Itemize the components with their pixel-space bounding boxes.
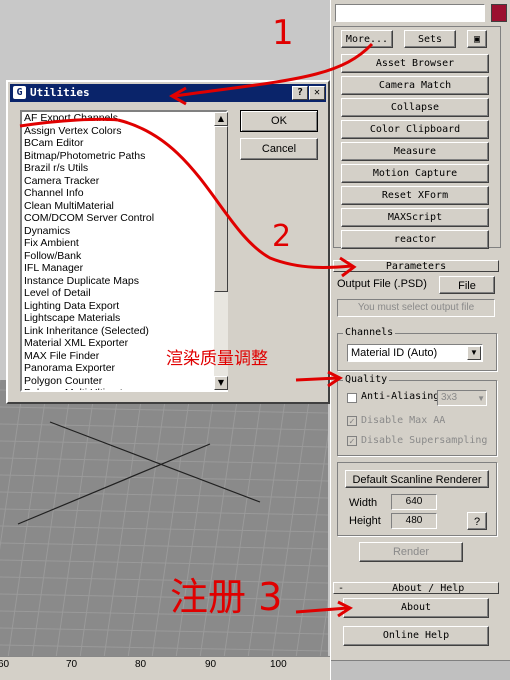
ruler-tick-label: 80 [135,659,147,670]
list-item[interactable]: Camera Tracker [22,175,226,188]
ok-button[interactable]: OK [240,110,318,132]
online-help-button[interactable]: Online Help [343,626,489,646]
list-item[interactable]: Dynamics [22,225,226,238]
width-label: Width [349,497,378,509]
file-button[interactable]: File [439,276,495,294]
about-rollout-title: About / Help [392,583,465,594]
output-file-label: Output File (.PSD) [337,278,427,290]
chevron-down-icon[interactable]: ▼ [467,346,481,360]
utilities-panel: More... Sets ▣ Asset Browser Camera Match… [330,0,510,680]
antialias-checkbox[interactable] [347,393,357,403]
list-item[interactable]: Polygon Multi Ultimate [22,387,226,390]
disable-max-aa-checkbox[interactable]: ✓ [347,416,357,426]
utility-button[interactable]: Collapse [341,98,489,117]
render-button[interactable]: Render [359,542,463,562]
quality-group-label: Quality [343,374,390,385]
utility-button[interactable]: reactor [341,230,489,249]
utility-button[interactable]: MAXScript [341,208,489,227]
close-icon[interactable]: ✕ [309,86,325,100]
list-item[interactable]: MAX File Finder [22,350,226,363]
ruler-tick-label: 60 [0,659,10,670]
utilities-dialog: G Utilities ? ✕ AF Export Channels Assign… [6,80,330,404]
cancel-button[interactable]: Cancel [240,138,318,160]
list-item[interactable]: Clean MultiMaterial [22,200,226,213]
dialog-titlebar[interactable]: G Utilities ? ✕ [10,84,326,102]
list-item[interactable]: IFL Manager [22,262,226,275]
bottom-toolbar [331,660,510,680]
scroll-up-icon[interactable]: ▲ [214,112,228,126]
ruler-tick-label: 70 [66,659,78,670]
viewport-corner [0,404,10,414]
output-file-path[interactable]: You must select output file [337,299,495,317]
list-item[interactable]: Lightscape Materials [22,312,226,325]
disable-supersampling-label: Disable Supersampling [361,435,488,446]
dialog-title: Utilities [30,86,90,99]
list-item[interactable]: COM/DCOM Server Control [22,212,226,225]
sets-button[interactable]: Sets [404,30,456,48]
about-button[interactable]: About [343,598,489,618]
list-item[interactable]: Bitmap/Photometric Paths [22,150,226,163]
utility-button[interactable]: Color Clipboard [341,120,489,139]
utilities-list[interactable]: AF Export Channels Assign Vertex Colors BC… [20,110,228,392]
list-item[interactable]: Channel Info [22,187,226,200]
list-item[interactable]: Material XML Exporter [22,337,226,350]
width-field[interactable]: 640 [391,494,437,510]
utility-button[interactable]: Camera Match [341,76,489,95]
configure-sets-icon[interactable]: ▣ [467,30,487,48]
viewport-grid [0,380,328,658]
about-rollout-header[interactable]: - About / Help [333,582,499,594]
height-field[interactable]: 480 [391,513,437,529]
more-button[interactable]: More... [341,30,393,48]
list-item[interactable]: Link Inheritance (Selected) [22,325,226,338]
list-item[interactable]: AF Export Channels [22,112,226,125]
list-item[interactable]: Instance Duplicate Maps [22,275,226,288]
list-item[interactable]: Assign Vertex Colors [22,125,226,138]
list-item[interactable]: Fix Ambient [22,237,226,250]
disable-supersampling-checkbox[interactable]: ✓ [347,436,357,446]
renderer-button[interactable]: Default Scanline Renderer [345,470,489,488]
help-icon[interactable]: ? [292,86,308,100]
collapse-icon: - [338,583,345,594]
time-ruler[interactable]: 60 70 80 90 100 [0,656,330,680]
scroll-down-icon[interactable]: ▼ [214,376,228,390]
ruler-tick-label: 90 [205,659,217,670]
list-item[interactable]: BCam Editor [22,137,226,150]
channels-group-label: Channels [343,327,396,338]
parameters-rollout-header[interactable]: Parameters [333,260,499,272]
list-item[interactable]: Lighting Data Export [22,300,226,313]
perspective-viewport[interactable] [0,380,328,658]
list-item[interactable]: Panorama Exporter [22,362,226,375]
chevron-down-icon: ▼ [477,394,485,403]
utility-button[interactable]: Asset Browser [341,54,489,73]
channels-select[interactable]: Material ID (Auto) ▼ [347,344,483,362]
list-item[interactable]: Level of Detail [22,287,226,300]
list-item[interactable]: Follow/Bank [22,250,226,263]
antialias-label: Anti-Aliasing [361,391,440,402]
name-field[interactable] [335,4,485,22]
utilities-list-items: AF Export Channels Assign Vertex Colors BC… [22,112,226,390]
color-swatch[interactable] [491,4,507,22]
height-label: Height [349,515,381,527]
disable-max-aa-label: Disable Max AA [361,415,446,426]
utility-button[interactable]: Measure [341,142,489,161]
list-item[interactable]: Brazil r/s Utils [22,162,226,175]
aa-select-value: 3x3 [441,392,458,403]
scrollbar-thumb[interactable] [214,126,228,292]
utility-button[interactable]: Reset XForm [341,186,489,205]
list-item[interactable]: Polygon Counter [22,375,226,388]
aa-select[interactable]: 3x3 ▼ [437,390,487,406]
app-icon: G [13,86,26,99]
annotation-number-1: 1 [272,13,294,53]
help-button[interactable]: ? [467,512,487,530]
utility-button[interactable]: Motion Capture [341,164,489,183]
ruler-tick-label: 100 [270,659,287,670]
channels-select-value: Material ID (Auto) [351,347,438,359]
